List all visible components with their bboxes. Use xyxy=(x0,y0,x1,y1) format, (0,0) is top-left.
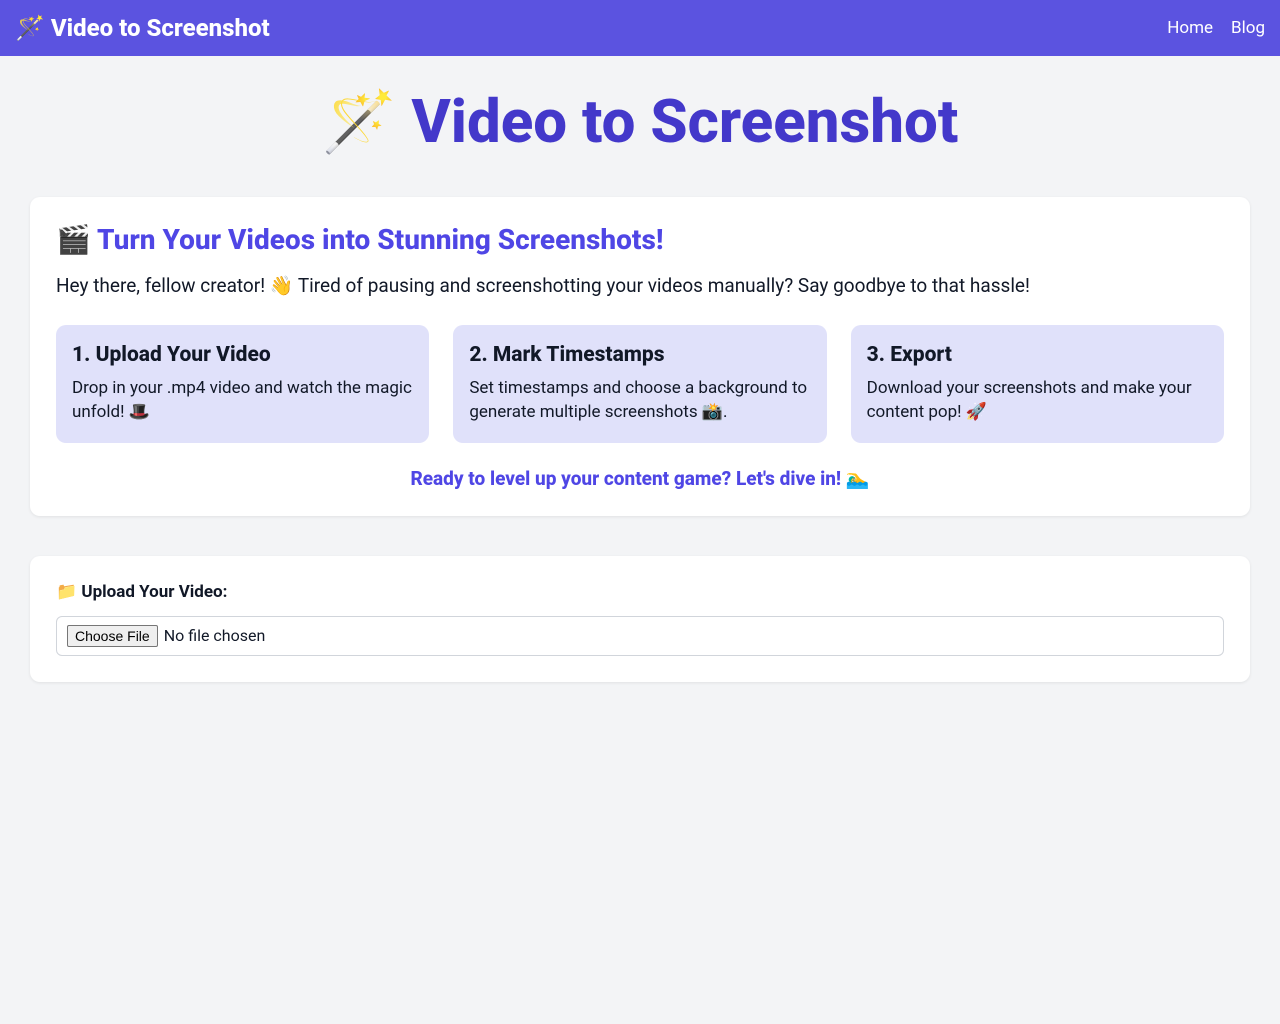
choose-file-button[interactable]: Choose File xyxy=(67,625,158,647)
step-title: 3. Export xyxy=(867,343,1208,367)
file-status-text: No file chosen xyxy=(164,626,266,645)
intro-paragraph: Hey there, fellow creator! 👋 Tired of pa… xyxy=(56,274,1224,297)
navbar-links: Home Blog xyxy=(1167,18,1265,38)
navbar: 🪄 Video to Screenshot Home Blog xyxy=(0,0,1280,56)
file-input[interactable]: Choose File No file chosen xyxy=(56,616,1224,656)
upload-card: 📁 Upload Your Video: Choose File No file… xyxy=(30,556,1250,682)
navbar-brand[interactable]: 🪄 Video to Screenshot xyxy=(15,14,270,42)
step-desc: Set timestamps and choose a background t… xyxy=(469,377,810,425)
hero-title: 🪄 Video to Screenshot xyxy=(0,86,1280,157)
step-title: 1. Upload Your Video xyxy=(72,343,413,367)
step-desc: Download your screenshots and make your … xyxy=(867,377,1208,425)
intro-card: 🎬 Turn Your Videos into Stunning Screens… xyxy=(30,197,1250,516)
step-export: 3. Export Download your screenshots and … xyxy=(851,325,1224,443)
intro-heading: 🎬 Turn Your Videos into Stunning Screens… xyxy=(56,223,1224,256)
intro-cta: Ready to level up your content game? Let… xyxy=(56,467,1224,490)
step-desc: Drop in your .mp4 video and watch the ma… xyxy=(72,377,413,425)
nav-link-home[interactable]: Home xyxy=(1167,18,1213,38)
step-title: 2. Mark Timestamps xyxy=(469,343,810,367)
step-upload: 1. Upload Your Video Drop in your .mp4 v… xyxy=(56,325,429,443)
upload-label: 📁 Upload Your Video: xyxy=(56,582,1224,602)
step-timestamps: 2. Mark Timestamps Set timestamps and ch… xyxy=(453,325,826,443)
nav-link-blog[interactable]: Blog xyxy=(1231,18,1265,38)
steps-container: 1. Upload Your Video Drop in your .mp4 v… xyxy=(56,325,1224,443)
